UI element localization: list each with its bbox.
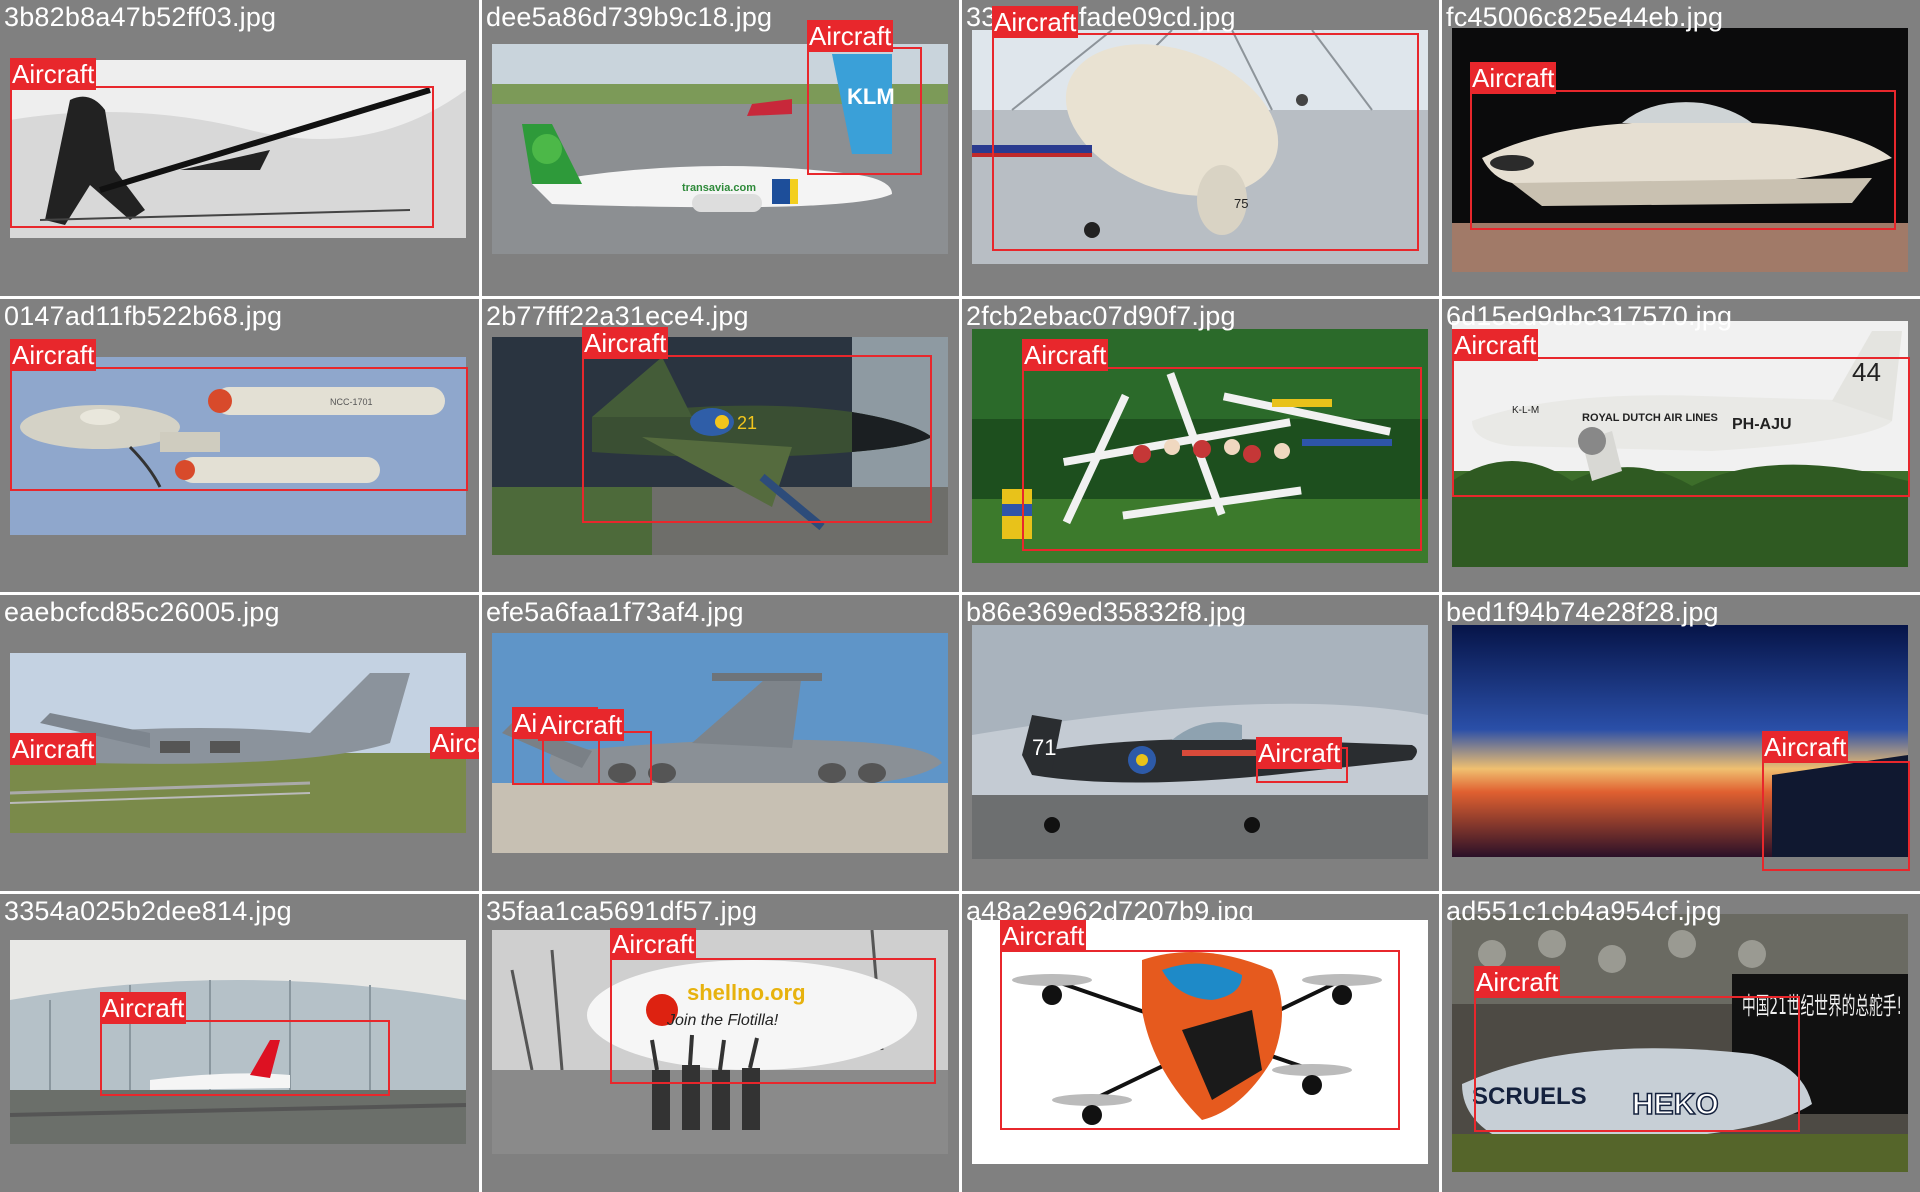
tile-filename: 2b77fff22a31ece4.jpg	[486, 301, 749, 331]
detection-box	[1762, 761, 1910, 871]
tile-14: 35faa1ca5691df57.jpg shellno.org Join th…	[482, 894, 959, 1192]
tile-7: 2fcb2ebac07d90f7.jpg Aircraft	[962, 299, 1439, 592]
tile-filename: 6d15ed9dbc317570.jpg	[1446, 301, 1733, 331]
tile-10: efe5a6faa1f73af4.jpg Aircraft Aircraft	[482, 595, 959, 891]
tile-filename: efe5a6faa1f73af4.jpg	[486, 597, 744, 627]
tile-filename: 35faa1ca5691df57.jpg	[486, 896, 758, 926]
tile-filename: 3354a025b2dee814.jpg	[4, 896, 292, 926]
livery-text: transavia.com	[682, 182, 756, 194]
tile-filename: 3b82b8a47b52ff03.jpg	[4, 2, 277, 32]
aircraft-number: 71	[1032, 735, 1056, 760]
class-label: Aircraft	[807, 20, 894, 52]
detection-box	[1022, 367, 1422, 551]
tile-13: 3354a025b2dee814.jpg Aircraft	[0, 894, 479, 1192]
tile-8: 6d15ed9dbc317570.jpg 44 ROYAL DUTCH AIR …	[1442, 299, 1920, 592]
class-label: Aircraft	[1762, 731, 1849, 763]
class-label: Aircraft	[992, 6, 1079, 38]
class-label: Aircraft	[100, 992, 187, 1024]
class-label: Aircraft	[1256, 737, 1343, 769]
tile-15: a48a2e962d7207b9.jpg Aircraft	[962, 894, 1439, 1192]
tile-filename: eaebcfcd85c26005.jpg	[4, 597, 280, 627]
detection-box	[807, 47, 922, 175]
class-label: Aircraft	[610, 928, 697, 960]
detection-box	[100, 1020, 390, 1096]
class-label: Aircraft	[10, 733, 97, 765]
tile-filename: fc45006c825e44eb.jpg	[1446, 2, 1724, 32]
detection-box	[10, 367, 468, 491]
tile-6: 2b77fff22a31ece4.jpg 21 Aircraft	[482, 299, 959, 592]
tile-filename: ad551c1cb4a954cf.jpg	[1446, 896, 1722, 926]
class-label: Aircraft	[582, 327, 669, 359]
class-label: Aircraft	[1452, 329, 1539, 361]
class-label: Aircraft	[1474, 966, 1561, 998]
class-label: Aircraft	[1000, 920, 1087, 952]
tile-filename: bed1f94b74e28f28.jpg	[1446, 597, 1719, 627]
detection-box	[1474, 996, 1800, 1132]
detection-box	[582, 355, 932, 523]
detection-box	[1000, 950, 1400, 1130]
class-label-secondary: Aircraft	[430, 727, 479, 759]
class-label-secondary: Aircraft	[538, 709, 625, 741]
detection-box	[1470, 90, 1896, 230]
detection-box	[610, 958, 936, 1084]
detection-box	[10, 86, 434, 228]
class-label: Aircraft	[1470, 62, 1557, 94]
tile-2: dee5a86d739b9c18.jpg transavia.com KLM A…	[482, 0, 959, 296]
photo-trainer-runway: 71	[972, 625, 1428, 859]
tile-3: 33bd1f2cfade09cd.jpg 75 Aircraft	[962, 0, 1439, 296]
tile-filename: b86e369ed35832f8.jpg	[966, 597, 1247, 627]
detection-box	[1452, 357, 1910, 497]
tile-16: ad551c1cb4a954cf.jpg 中国21世纪世界的总舵手! SCRUE…	[1442, 894, 1920, 1192]
tile-filename: dee5a86d739b9c18.jpg	[486, 2, 773, 32]
tile-11: b86e369ed35832f8.jpg 71 Aircraft	[962, 595, 1439, 891]
detection-box	[992, 33, 1419, 251]
tile-4: fc45006c825e44eb.jpg Aircraft	[1442, 0, 1920, 296]
tile-5: 0147ad11fb522b68.jpg NCC-1701 Aircraft	[0, 299, 479, 592]
class-label: Aircraft	[10, 58, 97, 90]
class-label: Aircraft	[10, 339, 97, 371]
class-label: Aircraft	[1022, 339, 1109, 371]
tile-filename: 0147ad11fb522b68.jpg	[4, 301, 283, 331]
tile-filename: 2fcb2ebac07d90f7.jpg	[966, 301, 1236, 331]
tile-12: bed1f94b74e28f28.jpg Aircraft	[1442, 595, 1920, 891]
tile-9: eaebcfcd85c26005.jpg Aircraft Aircraft	[0, 595, 479, 891]
tile-1: 3b82b8a47b52ff03.jpg Aircraft	[0, 0, 479, 296]
